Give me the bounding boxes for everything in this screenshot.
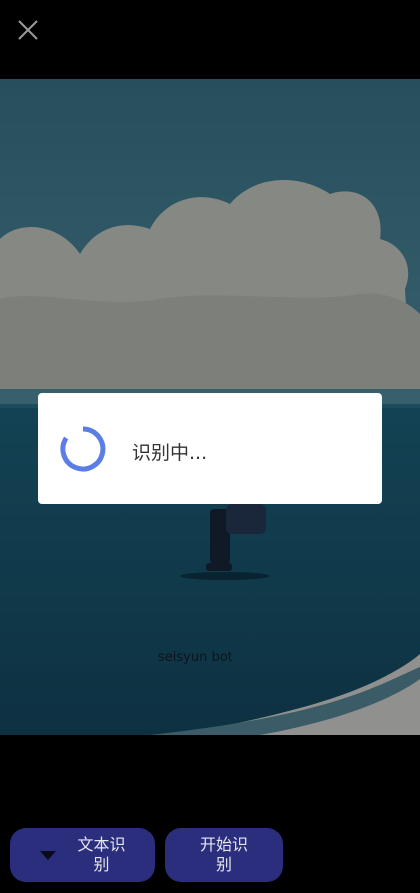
- triangle-down-icon: [39, 850, 56, 860]
- close-button[interactable]: [14, 16, 42, 44]
- text-recognition-label: 文本识别: [77, 835, 126, 874]
- start-recognition-label: 开始识别: [199, 835, 248, 874]
- loading-spinner-icon: [60, 426, 106, 472]
- close-icon: [18, 20, 38, 40]
- loading-text: 识别中...: [132, 442, 208, 464]
- start-recognition-button[interactable]: 开始识别: [165, 828, 283, 882]
- top-bar: [0, 0, 420, 79]
- loading-dialog: 识别中...: [38, 393, 382, 504]
- text-recognition-button[interactable]: 文本识别: [10, 828, 155, 882]
